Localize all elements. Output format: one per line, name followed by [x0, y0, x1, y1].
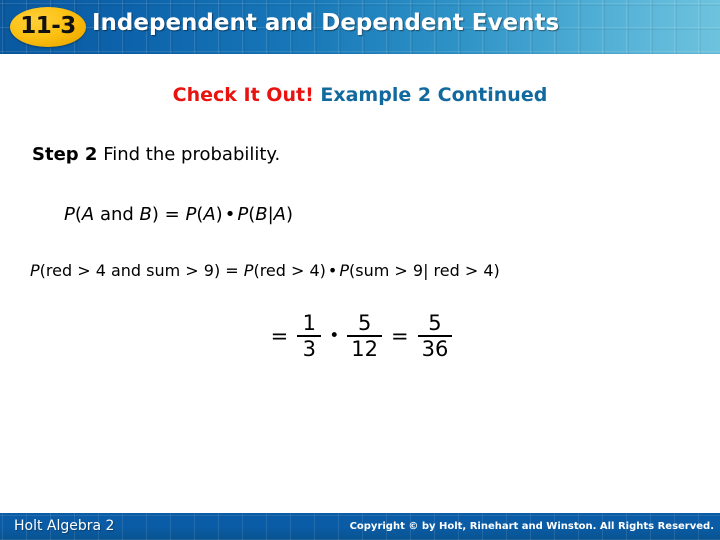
fraction-one-third: 1 3 [297, 311, 322, 362]
fraction-five-thirtysixths: 5 36 [417, 311, 453, 362]
subtitle-rest: Example 2 Continued [320, 84, 548, 106]
slide-subtitle: Check It Out! Example 2 Continued [0, 84, 720, 106]
computation-row: = 1 3 • 5 12 = 5 36 [0, 312, 720, 360]
fraction-1-denominator: 3 [302, 337, 316, 362]
footer-book-title: Holt Algebra 2 [14, 518, 115, 534]
formula-p-symbol-1: P [64, 204, 75, 225]
formula-close-paren-2: ) [215, 204, 223, 225]
applied-p-symbol-2: P [243, 261, 254, 280]
applied-first-event: (red > 4) [253, 261, 326, 280]
formula-event-a-2: A [203, 204, 216, 225]
fraction-3-numerator: 5 [428, 311, 442, 335]
formula-close-paren-3: ) [285, 204, 294, 225]
formula-p-symbol-3: P [237, 204, 249, 225]
formula-event-b: B [139, 204, 152, 225]
computation-equals-1: = [270, 323, 289, 348]
formula-and-word: and [94, 204, 140, 225]
lesson-title: Independent and Dependent Events [92, 10, 560, 36]
applied-second-event: (sum > 9| red > 4) [349, 261, 500, 280]
formula-equals-1: = [158, 204, 186, 225]
step-line: Step 2 Find the probability. [32, 144, 280, 165]
formula-p-symbol-2: P [185, 204, 197, 225]
step-instruction-text: Find the probability. [103, 144, 281, 165]
computation-equals-2: = [391, 323, 409, 348]
formula-open-paren-1: ( [74, 204, 82, 225]
fraction-1-numerator: 1 [302, 311, 316, 335]
formula-close-paren-1: ) [151, 204, 159, 225]
applied-probability-formula: P(red > 4 and sum > 9) = P(red > 4) • P(su… [30, 261, 500, 280]
lesson-number-badge: 11-3 [10, 7, 86, 47]
footer-copyright-notice: Copyright © by Holt, Rinehart and Winsto… [349, 521, 714, 532]
lesson-number-label: 11-3 [20, 12, 76, 39]
applied-equals: = [220, 261, 244, 280]
general-probability-formula: P(A and B) = P(A) • P(B|A) [64, 204, 293, 225]
subtitle-highlight: Check It Out! [172, 84, 314, 106]
slide-content-area: Check It Out! Example 2 Continued Step 2… [0, 54, 720, 513]
applied-multiply-dot-icon: • [327, 261, 338, 280]
fraction-2-numerator: 5 [357, 311, 372, 335]
formula-event-a: A [81, 204, 95, 225]
slide-footer-bar: Holt Algebra 2 Copyright © by Holt, Rine… [0, 513, 720, 540]
formula-multiply-dot-icon: • [224, 204, 236, 225]
step-label: Step 2 [32, 144, 98, 165]
fraction-3-denominator: 36 [421, 337, 449, 362]
formula-event-a-3: A [273, 204, 286, 225]
fraction-five-twelfths: 5 12 [347, 311, 383, 362]
fraction-2-denominator: 12 [351, 337, 379, 362]
computation-multiply-dot-icon: • [329, 325, 340, 346]
slide-header-bar: 11-3 Independent and Dependent Events [0, 0, 720, 54]
applied-p-symbol-3: P [339, 261, 350, 280]
formula-event-b-2: B [255, 204, 268, 225]
applied-left-event: (red > 4 and sum > 9) [39, 261, 221, 280]
applied-p-symbol-1: P [30, 261, 40, 280]
